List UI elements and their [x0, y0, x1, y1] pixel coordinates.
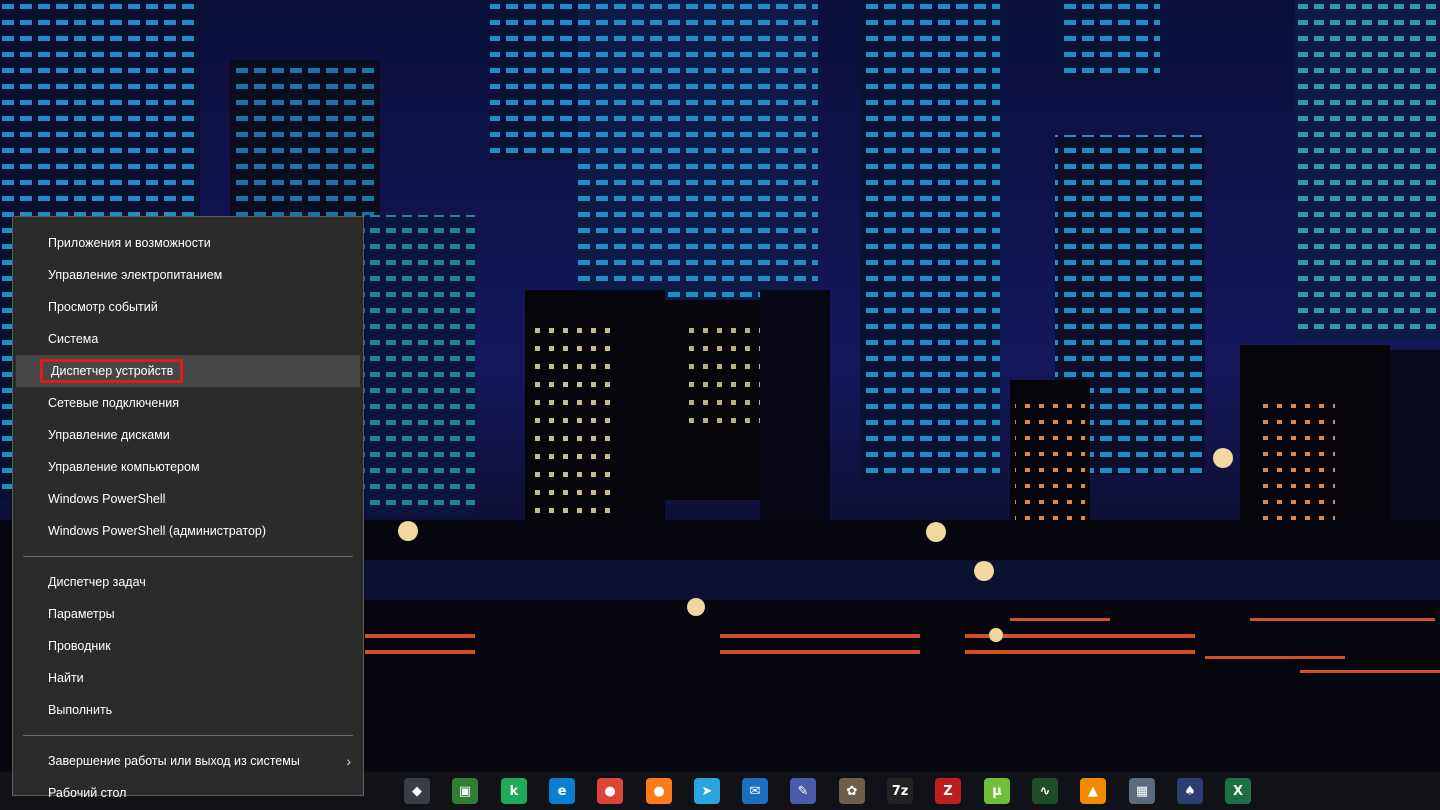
menu-item-device-manager[interactable]: Диспетчер устройств	[16, 355, 360, 387]
menu-item-label: Система	[48, 332, 99, 346]
menu-item-label: Рабочий стол	[48, 786, 127, 800]
menu-item-settings[interactable]: Параметры	[13, 598, 363, 630]
menu-item-label: Управление компьютером	[48, 460, 200, 474]
gimp-icon[interactable]: ✿	[839, 778, 865, 804]
menu-item-shutdown-signout[interactable]: Завершение работы или выход из системы ›	[13, 745, 363, 777]
inkscape-icon[interactable]: ◆	[404, 778, 430, 804]
menu-item-powershell[interactable]: Windows PowerShell	[13, 483, 363, 515]
menu-item-network-connections[interactable]: Сетевые подключения	[13, 387, 363, 419]
menu-item-label: Диспетчер устройств	[51, 364, 174, 378]
menu-item-label: Windows PowerShell	[48, 492, 166, 506]
menu-separator	[23, 556, 353, 557]
menu-item-disk-management[interactable]: Управление дисками	[13, 419, 363, 451]
monitor-app-icon[interactable]: ∿	[1032, 778, 1058, 804]
sevenzip-icon[interactable]: 7z	[887, 778, 913, 804]
menu-item-label: Найти	[48, 671, 84, 685]
calculator-icon[interactable]: ▦	[1129, 778, 1155, 804]
firefox-browser-icon[interactable]: ●	[646, 778, 672, 804]
menu-item-run[interactable]: Выполнить	[13, 694, 363, 726]
menu-item-desktop[interactable]: Рабочий стол	[13, 777, 363, 809]
menu-item-power-options[interactable]: Управление электропитанием	[13, 259, 363, 291]
vlc-icon[interactable]: ▲	[1080, 778, 1106, 804]
winx-context-menu: Приложения и возможности Управление элек…	[12, 216, 364, 800]
menu-item-label: Приложения и возможности	[48, 236, 211, 250]
utorrent-icon[interactable]: µ	[984, 778, 1010, 804]
menu-item-label: Диспетчер задач	[48, 575, 146, 589]
menu-item-label: Завершение работы или выход из системы	[48, 754, 300, 768]
menu-item-computer-management[interactable]: Управление компьютером	[13, 451, 363, 483]
red-highlight-box: Диспетчер устройств	[40, 359, 184, 383]
chat-app-icon[interactable]: ▣	[452, 778, 478, 804]
menu-item-label: Сетевые подключения	[48, 396, 180, 410]
telegram-icon[interactable]: ➤	[694, 778, 720, 804]
menu-item-search[interactable]: Найти	[13, 662, 363, 694]
menu-item-apps-features[interactable]: Приложения и возможности	[13, 227, 363, 259]
paint-icon[interactable]: ✎	[790, 778, 816, 804]
menu-item-file-explorer[interactable]: Проводник	[13, 630, 363, 662]
menu-item-label: Выполнить	[48, 703, 113, 717]
menu-item-task-manager[interactable]: Диспетчер задач	[13, 566, 363, 598]
edge-browser-icon[interactable]: e	[549, 778, 575, 804]
menu-item-event-viewer[interactable]: Просмотр событий	[13, 291, 363, 323]
filezilla-icon[interactable]: Z	[935, 778, 961, 804]
menu-item-label: Просмотр событий	[48, 300, 158, 314]
menu-item-label: Windows PowerShell (администратор)	[48, 524, 267, 538]
chrome-browser-icon[interactable]: ●	[597, 778, 623, 804]
excel-icon[interactable]: X	[1225, 778, 1251, 804]
menu-item-label: Проводник	[48, 639, 111, 653]
menu-item-label: Параметры	[48, 607, 115, 621]
menu-item-label: Управление электропитанием	[48, 268, 223, 282]
menu-item-powershell-admin[interactable]: Windows PowerShell (администратор)	[13, 515, 363, 547]
chevron-right-icon: ›	[346, 753, 351, 769]
menu-item-system[interactable]: Система	[13, 323, 363, 355]
solitaire-icon[interactable]: ♠	[1177, 778, 1203, 804]
kaspersky-icon[interactable]: k	[501, 778, 527, 804]
thunderbird-icon[interactable]: ✉	[742, 778, 768, 804]
menu-item-label: Управление дисками	[48, 428, 170, 442]
menu-separator	[23, 735, 353, 736]
